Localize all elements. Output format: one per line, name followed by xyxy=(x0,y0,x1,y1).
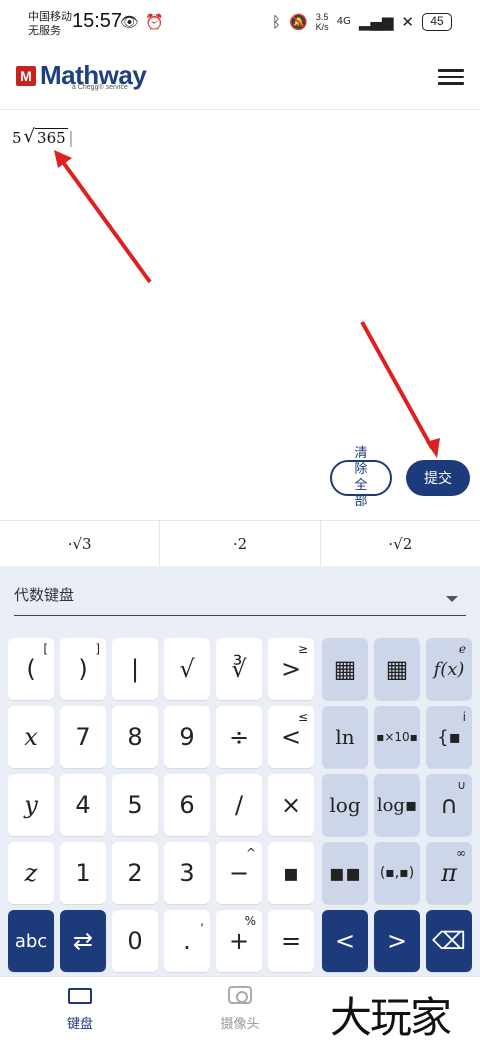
eye-icon: 👁 xyxy=(120,13,140,31)
suggestion-item[interactable]: ·√2 xyxy=(321,521,480,566)
carrier-info: 中国移动 无服务 xyxy=(28,10,72,38)
key-abs[interactable]: | xyxy=(112,638,158,700)
math-keyboard: 代数键盘 ([ )] | √ ∛ > ≥ ▦ ▦ f(x) e x 7 8 9 ÷ … xyxy=(0,566,480,976)
key-divide[interactable]: / xyxy=(216,774,262,836)
nav-keyboard[interactable]: 键盘 xyxy=(40,985,120,1032)
key-intersection[interactable]: ∩ ∪ xyxy=(426,774,472,836)
network-speed-unit: K/s xyxy=(315,22,329,32)
network-speed-value: 3.5 xyxy=(315,12,329,22)
key-mixed-fraction[interactable]: ▪▪ xyxy=(322,842,368,904)
key-5[interactable]: 5 xyxy=(112,774,158,836)
dropdown-caret-icon xyxy=(446,596,458,602)
network-type: 4G xyxy=(336,16,351,27)
nav-camera-label: 摄像头 xyxy=(220,1017,260,1032)
key-pi[interactable]: π ∞ xyxy=(426,842,472,904)
red-arrow-1 xyxy=(58,156,152,284)
key-subscript[interactable]: ▪ xyxy=(268,842,314,904)
key-log[interactable]: log xyxy=(322,774,368,836)
key-4[interactable]: 4 xyxy=(60,774,106,836)
key-swap[interactable]: ⇄ xyxy=(60,910,106,972)
status-bar: 中国移动 无服务 15:57 👁 ⏰ ᛒ 🔕 3.5 K/s 4G ▂▄▆ ✕ … xyxy=(0,0,480,48)
key-open-paren[interactable]: ([ xyxy=(8,638,54,700)
key-sci-notation[interactable]: ▪×10▪ xyxy=(374,706,420,768)
status-icons-left: 👁 ⏰ xyxy=(120,12,164,32)
clock: 15:57 xyxy=(72,10,123,32)
battery-icon: 45 xyxy=(422,13,452,31)
keyboard-type-selector[interactable]: 代数键盘 xyxy=(14,576,466,616)
key-3[interactable]: 3 xyxy=(164,842,210,904)
key-function[interactable]: f(x) e xyxy=(426,638,472,700)
camera-icon xyxy=(228,986,252,1004)
key-cursor-left[interactable]: < xyxy=(322,910,368,972)
network-speed: 3.5 K/s xyxy=(316,12,329,32)
key-cursor-right[interactable]: > xyxy=(374,910,420,972)
math-input-area[interactable]: 5 √ 365 清除全部 提交 xyxy=(0,110,480,520)
key-multiply[interactable]: × xyxy=(268,774,314,836)
keyboard-type-label: 代数键盘 xyxy=(14,586,75,604)
key-1[interactable]: 1 xyxy=(60,842,106,904)
key-ln[interactable]: ln xyxy=(322,706,368,768)
key-fraction[interactable]: ÷ xyxy=(216,706,262,768)
key-x[interactable]: x xyxy=(8,706,54,768)
carrier-name: 中国移动 xyxy=(28,10,72,23)
annotation-arrows xyxy=(54,150,440,458)
key-backspace[interactable]: ⌫ xyxy=(426,910,472,972)
key-close-paren[interactable]: )] xyxy=(60,638,106,700)
key-y[interactable]: y xyxy=(8,774,54,836)
key-equals[interactable]: = xyxy=(268,910,314,972)
logo-mark-icon: M xyxy=(16,65,36,86)
key-abc[interactable]: abc xyxy=(8,910,54,972)
key-decimal[interactable]: ., xyxy=(164,910,210,972)
alarm-icon: ⏰ xyxy=(145,13,164,31)
nav-keyboard-label: 键盘 xyxy=(66,1017,93,1032)
app-header: M Mathway a Chegg® service xyxy=(0,48,480,110)
key-0[interactable]: 0 xyxy=(112,910,158,972)
key-7[interactable]: 7 xyxy=(60,706,106,768)
key-sqrt[interactable]: √ xyxy=(164,638,210,700)
key-6[interactable]: 6 xyxy=(164,774,210,836)
key-8[interactable]: 8 xyxy=(112,706,158,768)
clear-all-label: 清除全部 xyxy=(354,446,368,509)
key-nth-root[interactable]: ∛ xyxy=(216,638,262,700)
clear-all-button[interactable]: 清除全部 xyxy=(330,446,392,509)
key-2[interactable]: 2 xyxy=(112,842,158,904)
submit-button[interactable]: 提交 xyxy=(406,460,470,496)
signal-off-icon: ✕ xyxy=(401,13,414,31)
red-arrow-2 xyxy=(360,321,434,449)
hamburger-menu-icon[interactable] xyxy=(438,64,464,90)
carrier-service: 无服务 xyxy=(28,24,61,37)
key-z[interactable]: z xyxy=(8,842,54,904)
watermark: 大玩家 xyxy=(330,993,452,1040)
logo-subtitle: a Chegg® service xyxy=(72,84,128,91)
nav-camera[interactable]: 摄像头 xyxy=(200,985,280,1032)
keyboard-icon xyxy=(68,988,92,1004)
key-plus[interactable]: +% xyxy=(216,910,262,972)
suggestion-item[interactable]: ·2 xyxy=(160,521,321,566)
key-9[interactable]: 9 xyxy=(164,706,210,768)
suggestion-strip: ·√3 ·2 ·√2 xyxy=(0,520,480,566)
key-greater[interactable]: > ≥ xyxy=(268,638,314,700)
key-less[interactable]: < ≤ xyxy=(268,706,314,768)
suggestion-item[interactable]: ·√3 xyxy=(0,521,161,566)
signal-icon: ▂▄▆ xyxy=(358,13,394,31)
key-log-base[interactable]: log▪ xyxy=(374,774,420,836)
bluetooth-icon: ᛒ xyxy=(271,13,281,31)
key-piecewise[interactable]: {▪ i xyxy=(426,706,472,768)
key-point[interactable]: (▪,▪) xyxy=(374,842,420,904)
status-icons-right: ᛒ 🔕 3.5 K/s 4G ▂▄▆ ✕ 45 xyxy=(272,12,452,32)
key-matrix-xy[interactable]: ▦ xyxy=(374,638,420,700)
key-minus[interactable]: − ^ xyxy=(216,842,262,904)
key-matrix[interactable]: ▦ xyxy=(322,638,368,700)
mute-icon: 🔕 xyxy=(288,13,308,31)
